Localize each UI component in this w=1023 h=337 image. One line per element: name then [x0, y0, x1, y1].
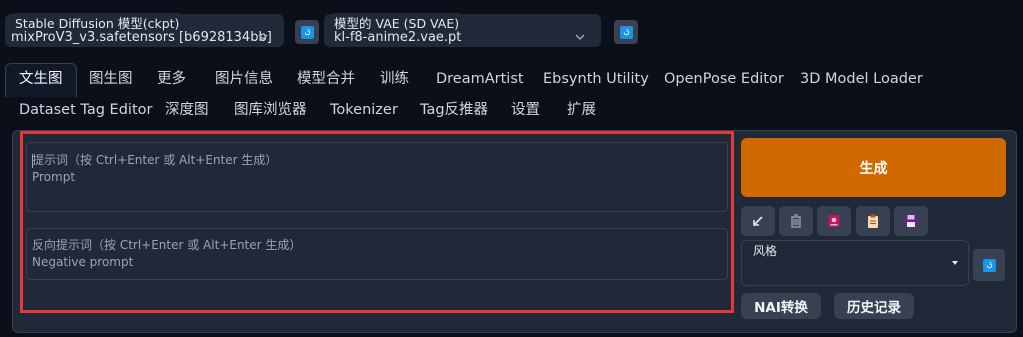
checkpoint-selector[interactable]: Stable Diffusion 模型(ckpt) mixProV3_v3.sa… — [5, 13, 284, 47]
extra-networks-button[interactable] — [817, 206, 851, 236]
chevron-down-icon — [258, 34, 268, 41]
tab-png-info[interactable]: 图片信息 — [215, 65, 273, 93]
tab-train[interactable]: 训练 — [380, 65, 409, 93]
vae-value: kl-f8-anime2.vae.pt — [334, 30, 462, 45]
highlight-box — [20, 131, 734, 313]
read-params-button[interactable] — [741, 206, 775, 236]
nai-convert-button[interactable]: NAI转换 — [741, 293, 821, 319]
refresh-icon — [619, 25, 633, 39]
tab-settings[interactable]: 设置 — [511, 96, 540, 124]
vae-refresh-button[interactable] — [614, 20, 638, 44]
chevron-down-icon — [575, 34, 585, 41]
checkpoint-value: mixProV3_v3.safetensors [b6928134bb] — [11, 30, 272, 45]
style-refresh-button[interactable] — [973, 249, 1005, 281]
history-button[interactable]: 历史记录 — [834, 293, 914, 319]
trash-icon — [791, 214, 801, 228]
checkpoint-refresh-button[interactable] — [295, 20, 319, 44]
tab-txt2img[interactable]: 文生图 — [5, 63, 77, 97]
tab-dataset-tag-editor[interactable]: Dataset Tag Editor — [19, 96, 152, 124]
tab-3d-model-loader[interactable]: 3D Model Loader — [800, 65, 923, 93]
paste-button[interactable] — [856, 206, 890, 236]
tab-tokenizer[interactable]: Tokenizer — [330, 96, 398, 124]
tab-extensions[interactable]: 扩展 — [567, 96, 596, 124]
tab-depthmap[interactable]: 深度图 — [165, 96, 209, 124]
tab-tagger[interactable]: Tag反推器 — [420, 96, 488, 124]
clear-prompt-button[interactable] — [779, 206, 813, 236]
save-style-button[interactable] — [894, 206, 928, 236]
tab-checkpoint-merger[interactable]: 模型合并 — [297, 65, 355, 93]
tab-image-browser[interactable]: 图库浏览器 — [234, 96, 307, 124]
tab-img2img[interactable]: 图生图 — [89, 65, 133, 93]
checkpoint-dropdown[interactable]: mixProV3_v3.safetensors [b6928134bb] — [11, 26, 278, 58]
tab-bar: 文生图 图生图 更多 图片信息 模型合并 训练 DreamArtist Ebsy… — [0, 60, 1023, 130]
generate-button[interactable]: 生成 — [741, 138, 1006, 197]
caret-down-icon — [952, 261, 958, 265]
extra-networks-icon — [828, 215, 840, 227]
tab-ebsynth-utility[interactable]: Ebsynth Utility — [543, 65, 649, 93]
vae-dropdown[interactable]: kl-f8-anime2.vae.pt — [334, 26, 595, 58]
vae-selector[interactable]: 模型的 VAE (SD VAE) kl-f8-anime2.vae.pt — [324, 13, 601, 47]
refresh-icon — [982, 258, 996, 272]
tab-dreamartist[interactable]: DreamArtist — [436, 65, 524, 93]
style-label: 风格 — [753, 244, 778, 258]
tab-openpose-editor[interactable]: OpenPose Editor — [664, 65, 784, 93]
save-icon — [905, 215, 917, 227]
refresh-icon — [300, 25, 314, 39]
arrow-icon — [753, 216, 763, 226]
tab-extras[interactable]: 更多 — [157, 65, 186, 93]
style-dropdown[interactable]: 风格 — [741, 240, 969, 286]
clipboard-icon — [868, 214, 878, 228]
